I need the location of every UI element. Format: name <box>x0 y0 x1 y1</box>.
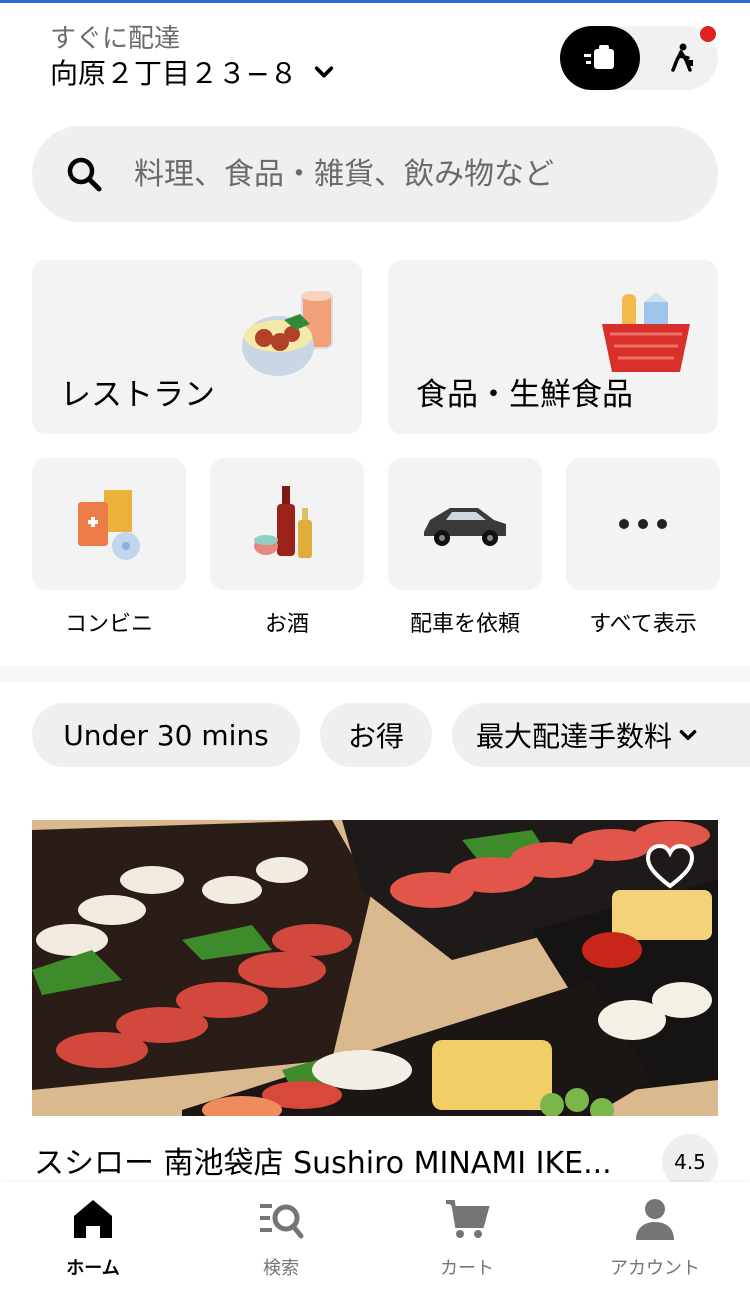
search-bar[interactable] <box>32 126 718 222</box>
sushi-photo <box>32 820 718 1116</box>
favorite-heart-icon[interactable] <box>644 842 696 892</box>
category-label: すべて表示 <box>589 612 697 637</box>
filter-deals[interactable]: お得 <box>320 703 432 767</box>
section-divider <box>0 666 750 682</box>
category-show-all[interactable] <box>566 458 720 590</box>
pickup-walk-icon <box>671 43 693 72</box>
nav-account[interactable]: アカウント <box>580 1182 730 1296</box>
store-image[interactable] <box>32 820 718 1116</box>
delivery-mode-label: すぐに配達 <box>50 24 181 54</box>
search-list-icon <box>260 1204 304 1239</box>
nav-label: カート <box>440 1258 494 1279</box>
header: すぐに配達 向原２丁目２３−８ <box>0 0 750 110</box>
category-rideshare[interactable] <box>388 458 542 590</box>
filter-max-delivery-fee[interactable]: 最大配達手数料 <box>452 703 750 767</box>
store-name[interactable]: スシロー 南池袋店 Sushiro MINAMI IKE... <box>34 1138 612 1182</box>
search-icon <box>67 157 102 192</box>
more-dots-icon <box>619 519 667 529</box>
chip-label: Under 30 mins <box>63 718 269 752</box>
category-restaurant[interactable]: レストラン <box>32 260 362 434</box>
category-label: コンビニ <box>64 612 153 637</box>
delivery-icon <box>584 45 614 69</box>
chevron-down-icon <box>679 730 697 740</box>
category-convenience[interactable] <box>32 458 186 590</box>
alcohol-bottles-icon <box>254 486 312 558</box>
chevron-down-icon <box>315 66 334 78</box>
category-alcohol[interactable] <box>210 458 364 590</box>
search-input[interactable] <box>134 156 694 192</box>
address-selector[interactable]: 向原２丁目２３−８ <box>50 52 335 92</box>
notification-dot <box>700 26 716 42</box>
category-label: 食品・生鮮食品 <box>416 377 633 413</box>
category-label: 配車を依頼 <box>409 612 520 637</box>
category-label: お酒 <box>264 612 309 637</box>
home-icon <box>74 1200 112 1238</box>
category-grocery[interactable]: 食品・生鮮食品 <box>388 260 718 434</box>
nav-search[interactable]: 検索 <box>206 1182 356 1296</box>
chip-label: 最大配達手数料 <box>476 720 673 753</box>
address-text: 向原２丁目２３−８ <box>50 57 298 90</box>
car-icon <box>424 508 506 546</box>
account-icon <box>636 1199 674 1240</box>
nav-home[interactable]: ホーム <box>18 1182 168 1296</box>
delivery-mode-button[interactable] <box>560 26 640 90</box>
filter-under-30-mins[interactable]: Under 30 mins <box>32 703 300 767</box>
nav-label: 検索 <box>263 1258 299 1279</box>
nav-label: アカウント <box>610 1258 700 1279</box>
nav-cart[interactable]: カート <box>392 1182 542 1296</box>
convenience-store-icon <box>78 490 140 560</box>
chip-label: お得 <box>347 720 404 753</box>
nav-label: ホーム <box>66 1258 120 1279</box>
category-label: レストラン <box>60 377 215 413</box>
restaurant-bowl-icon <box>242 291 333 376</box>
bottom-navigation: ホーム 検索 カート アカウント <box>0 1182 750 1296</box>
mode-toggle[interactable] <box>560 26 718 90</box>
cart-icon <box>446 1200 490 1238</box>
